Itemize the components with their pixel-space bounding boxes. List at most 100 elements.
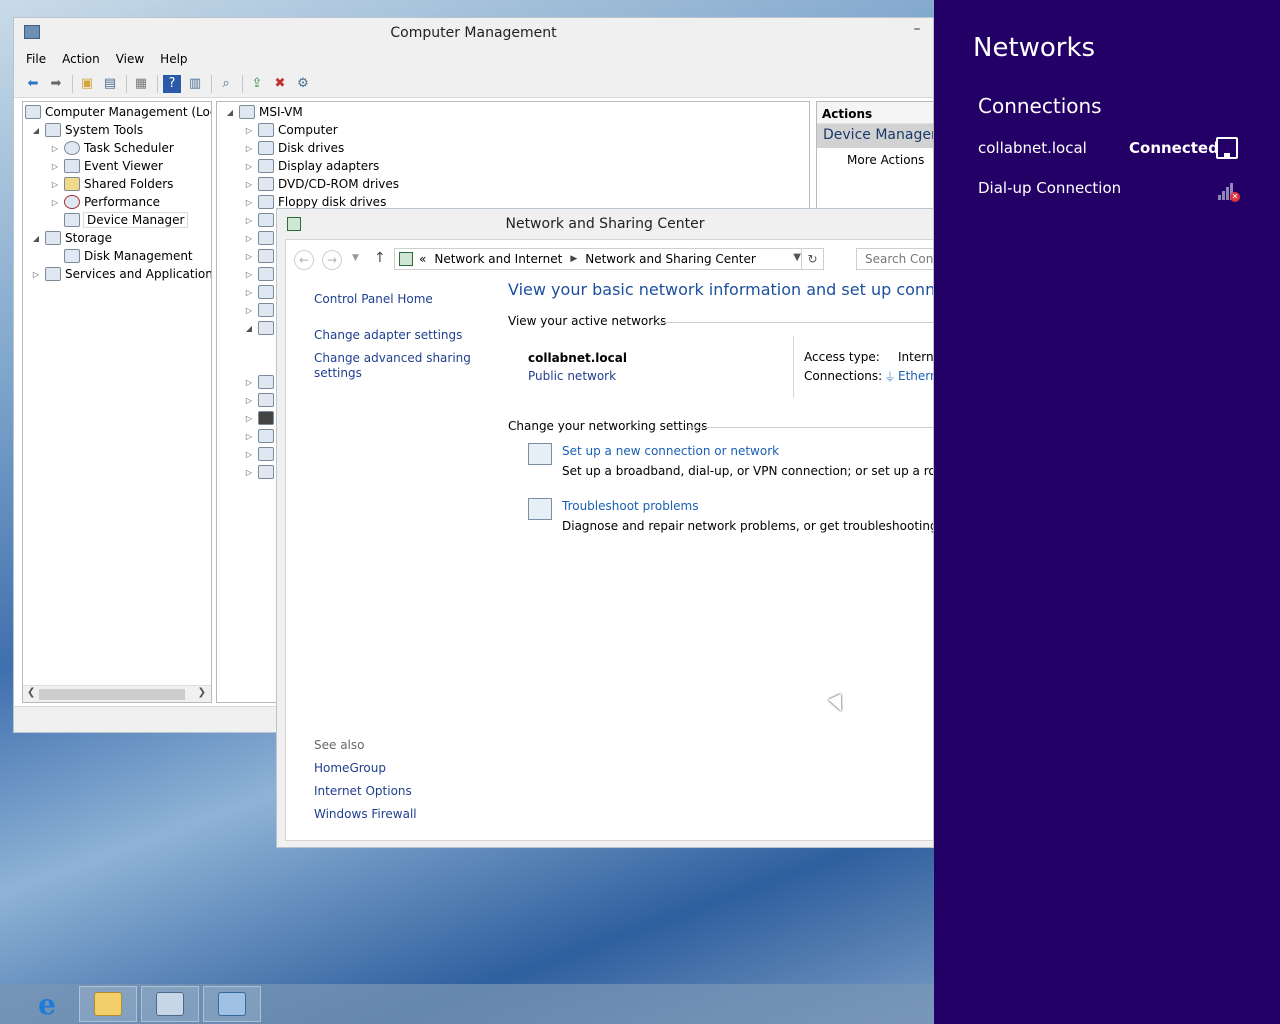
- control-panel-icon[interactable]: [203, 986, 261, 1022]
- address-bar[interactable]: « Network and Internet ▶ Network and Sha…: [394, 248, 824, 270]
- computer-management-icon[interactable]: [141, 986, 199, 1022]
- device-category[interactable]: ▷: [244, 391, 278, 409]
- internet-explorer-icon[interactable]: e: [18, 986, 76, 1022]
- recent-pages-icon[interactable]: ▼: [352, 253, 359, 263]
- expand-icon[interactable]: ▷: [244, 288, 254, 297]
- tree-item-disk-management[interactable]: Disk Management: [50, 247, 193, 265]
- expand-icon[interactable]: ▷: [50, 144, 60, 153]
- uninstall-device-icon[interactable]: ✖: [271, 75, 289, 93]
- device-category[interactable]: ▷: [244, 445, 278, 463]
- device-category[interactable]: ▷: [244, 301, 278, 319]
- tree-item-storage[interactable]: ◢ Storage: [31, 229, 112, 247]
- device-category[interactable]: ▷: [244, 265, 278, 283]
- refresh-icon[interactable]: ↻: [801, 249, 823, 269]
- horizontal-scrollbar[interactable]: ❮ ❯: [23, 685, 211, 702]
- collapse-icon[interactable]: ◢: [31, 126, 41, 135]
- file-explorer-icon[interactable]: [79, 986, 137, 1022]
- device-category[interactable]: ▷: [244, 463, 278, 481]
- back-arrow-icon[interactable]: ⬅: [24, 75, 42, 93]
- expand-icon[interactable]: ▷: [244, 306, 254, 315]
- scan-hardware-icon[interactable]: ⌕: [217, 75, 235, 93]
- control-panel-home-link[interactable]: Control Panel Home: [314, 292, 433, 306]
- menu-action[interactable]: Action: [62, 52, 100, 66]
- device-tree-root[interactable]: ◢ MSI-VM: [225, 103, 303, 121]
- breadcrumb-network-sharing-center[interactable]: Network and Sharing Center: [585, 252, 756, 266]
- action-pane-icon[interactable]: ▥: [186, 75, 204, 93]
- device-category[interactable]: ▷: [244, 283, 278, 301]
- expand-icon[interactable]: ▷: [244, 468, 254, 477]
- breadcrumb-network-internet[interactable]: Network and Internet: [434, 252, 562, 266]
- nsc-titlebar[interactable]: Network and Sharing Center: [277, 209, 933, 239]
- menu-view[interactable]: View: [116, 52, 144, 66]
- connection-item-collabnet[interactable]: collabnet.local: [978, 139, 1087, 157]
- expand-icon[interactable]: ▷: [244, 432, 254, 441]
- back-button[interactable]: ←: [294, 250, 314, 270]
- windows-firewall-link[interactable]: Windows Firewall: [314, 807, 417, 821]
- troubleshoot-link[interactable]: Troubleshoot problems: [562, 499, 698, 513]
- ethernet-connection-link[interactable]: Etherne: [898, 369, 933, 383]
- device-category[interactable]: ▷ Display adapters: [244, 157, 379, 175]
- change-advanced-sharing-link[interactable]: Change advanced sharing: [314, 351, 471, 365]
- tree-item-shared-folders[interactable]: ▷ Shared Folders: [50, 175, 173, 193]
- expand-icon[interactable]: ▷: [50, 180, 60, 189]
- collapse-icon[interactable]: ◢: [225, 108, 235, 117]
- homegroup-link[interactable]: HomeGroup: [314, 761, 386, 775]
- expand-icon[interactable]: ▷: [244, 144, 254, 153]
- internet-options-link[interactable]: Internet Options: [314, 784, 412, 798]
- expand-icon[interactable]: ▷: [244, 450, 254, 459]
- device-category[interactable]: ▷ Disk drives: [244, 139, 344, 157]
- forward-button[interactable]: →: [322, 250, 342, 270]
- up-arrow-icon[interactable]: ↑: [374, 250, 386, 266]
- expand-icon[interactable]: ▷: [244, 198, 254, 207]
- network-type-link[interactable]: Public network: [528, 369, 616, 383]
- expand-icon[interactable]: ▷: [244, 126, 254, 135]
- scroll-left-icon[interactable]: ❮: [27, 687, 35, 698]
- forward-arrow-icon[interactable]: ➡: [47, 75, 65, 93]
- device-category[interactable]: ▷: [244, 373, 278, 391]
- collapse-icon[interactable]: ◢: [31, 234, 41, 243]
- expand-icon[interactable]: ▷: [50, 198, 60, 207]
- menu-help[interactable]: Help: [160, 52, 187, 66]
- device-category[interactable]: ▷ Computer: [244, 121, 338, 139]
- show-hide-tree-icon[interactable]: ▤: [101, 75, 119, 93]
- breadcrumb-prefix[interactable]: «: [419, 252, 426, 266]
- menu-file[interactable]: File: [26, 52, 46, 66]
- scroll-right-icon[interactable]: ❯: [198, 687, 206, 698]
- expand-icon[interactable]: ▷: [50, 162, 60, 171]
- expand-icon[interactable]: ▷: [244, 378, 254, 387]
- tree-item-performance[interactable]: ▷ Performance: [50, 193, 160, 211]
- actions-device-manager[interactable]: Device Manager: [817, 124, 933, 148]
- change-adapter-settings-link[interactable]: Change adapter settings: [314, 328, 462, 342]
- expand-icon[interactable]: ▷: [244, 162, 254, 171]
- expand-icon[interactable]: ▷: [244, 396, 254, 405]
- up-folder-icon[interactable]: ▣: [78, 75, 96, 93]
- device-category[interactable]: ▷: [244, 409, 278, 427]
- device-category[interactable]: ▷: [244, 247, 278, 265]
- collapse-icon[interactable]: ◢: [244, 324, 254, 333]
- expand-icon[interactable]: ▷: [244, 414, 254, 423]
- more-actions-link[interactable]: More Actions: [817, 148, 933, 167]
- device-category[interactable]: ▷: [244, 211, 278, 229]
- expand-icon[interactable]: ▷: [244, 180, 254, 189]
- tree-item-computer-management[interactable]: Computer Management (Local: [25, 103, 211, 121]
- tree-item-system-tools[interactable]: ◢ System Tools: [31, 121, 143, 139]
- connection-item-dialup[interactable]: Dial-up Connection: [978, 179, 1121, 197]
- scrollbar-thumb[interactable]: [39, 689, 185, 700]
- cm-titlebar[interactable]: Computer Management –: [14, 18, 933, 48]
- expand-icon[interactable]: ▷: [244, 234, 254, 243]
- help-icon[interactable]: ?: [163, 74, 181, 93]
- expand-icon[interactable]: ▷: [31, 270, 41, 279]
- device-category[interactable]: ▷ DVD/CD-ROM drives: [244, 175, 399, 193]
- enable-device-icon[interactable]: ⚙: [294, 75, 312, 93]
- expand-icon[interactable]: ▷: [244, 270, 254, 279]
- device-category[interactable]: ▷: [244, 229, 278, 247]
- properties-icon[interactable]: ▦: [132, 75, 150, 93]
- expand-icon[interactable]: ▷: [244, 252, 254, 261]
- setup-connection-link[interactable]: Set up a new connection or network: [562, 444, 779, 458]
- device-category[interactable]: ◢: [244, 319, 278, 337]
- search-input[interactable]: Search Contro: [856, 248, 933, 270]
- chevron-right-icon[interactable]: ▶: [570, 254, 577, 264]
- minimize-button[interactable]: –: [909, 22, 925, 38]
- device-category[interactable]: ▷: [244, 427, 278, 445]
- tree-item-event-viewer[interactable]: ▷ Event Viewer: [50, 157, 163, 175]
